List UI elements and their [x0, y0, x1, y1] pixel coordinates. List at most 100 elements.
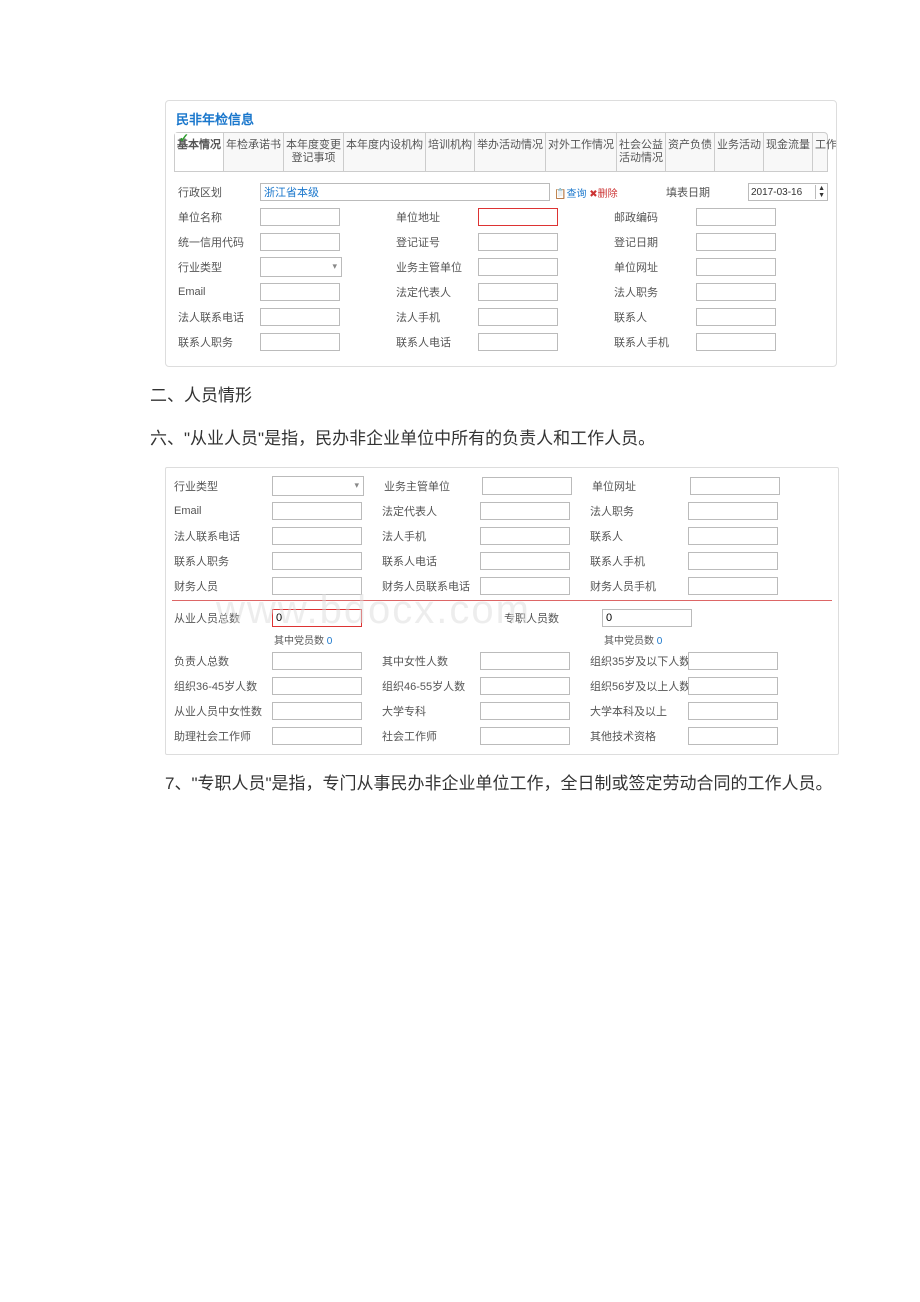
label: 社会工作师	[380, 725, 480, 747]
input-组织36-45岁人数[interactable]	[272, 677, 362, 695]
spinner-icon[interactable]: ▲▼	[815, 185, 825, 199]
note-6: 六、"从业人员"是指，民办非企业单位中所有的负责人和工作人员。	[150, 424, 920, 455]
tab-11[interactable]: 工作总结	[813, 133, 837, 171]
label: 其中女性人数	[380, 650, 480, 672]
input-联系人手机[interactable]	[688, 552, 778, 570]
label: 组织35岁及以下人数	[588, 650, 688, 672]
input-专职人员数[interactable]	[602, 609, 692, 627]
label: 法人手机	[392, 306, 478, 328]
tab-6[interactable]: 对外工作情况	[546, 133, 617, 171]
input-联系人[interactable]	[696, 308, 776, 326]
input-组织56岁及以上人数[interactable]	[688, 677, 778, 695]
input-大学专科[interactable]	[480, 702, 570, 720]
input-联系人[interactable]	[688, 527, 778, 545]
input-财务人员联系电话[interactable]	[480, 577, 570, 595]
input-Email[interactable]	[272, 502, 362, 520]
tabs: ✓基本情况年检承诺书本年度变更登记事项本年度内设机构培训机构举办活动情况对外工作…	[174, 132, 828, 172]
input-联系人职务[interactable]	[272, 552, 362, 570]
label: 从业人员中女性数	[172, 700, 272, 722]
input-邮政编码[interactable]	[696, 208, 776, 226]
input-法人职务[interactable]	[696, 283, 776, 301]
input-联系人职务[interactable]	[260, 333, 340, 351]
label: Email	[174, 283, 260, 301]
input-财务人员手机[interactable]	[688, 577, 778, 595]
select-行业类型[interactable]: ▾	[260, 257, 342, 277]
label: 负责人总数	[172, 650, 272, 672]
select-行业类型[interactable]: ▾	[272, 476, 364, 496]
input-业务主管单位[interactable]	[482, 477, 572, 495]
input-从业人员中女性数[interactable]	[272, 702, 362, 720]
input-单位网址[interactable]	[690, 477, 780, 495]
input-联系人电话[interactable]	[478, 333, 558, 351]
label: 大学本科及以上	[588, 700, 688, 722]
tab-9[interactable]: 业务活动	[715, 133, 764, 171]
input-Email[interactable]	[260, 283, 340, 301]
input-法人联系电话[interactable]	[260, 308, 340, 326]
input-统一信用代码[interactable]	[260, 233, 340, 251]
tab-2[interactable]: 本年度变更登记事项	[284, 133, 344, 171]
label: 法定代表人	[392, 281, 478, 303]
label: 行业类型	[174, 256, 260, 278]
tab-1[interactable]: 年检承诺书	[224, 133, 284, 171]
input-财务人员[interactable]	[272, 577, 362, 595]
input-其他技术资格[interactable]	[688, 727, 778, 745]
label: 大学专科	[380, 700, 480, 722]
input-法定代表人[interactable]	[478, 283, 558, 301]
label: 财务人员联系电话	[380, 575, 480, 597]
label: 邮政编码	[610, 206, 696, 228]
label: 财务人员手机	[588, 575, 688, 597]
input-单位地址[interactable]	[478, 208, 558, 226]
input-法定代表人[interactable]	[480, 502, 570, 520]
input-负责人总数[interactable]	[272, 652, 362, 670]
tab-5[interactable]: 举办活动情况	[475, 133, 546, 171]
input-联系人电话[interactable]	[480, 552, 570, 570]
tab-0[interactable]: ✓基本情况	[175, 133, 224, 171]
input-行政区划[interactable]: 浙江省本级	[260, 183, 550, 201]
input-单位名称[interactable]	[260, 208, 340, 226]
panel-personnel: www.bdocx.com 行业类型▾业务主管单位单位网址Email法定代表人法…	[165, 467, 839, 755]
input-法人联系电话[interactable]	[272, 527, 362, 545]
tab-7[interactable]: 社会公益活动情况	[617, 133, 666, 171]
label: 财务人员	[172, 575, 272, 597]
label: 行政区划	[174, 181, 260, 203]
label: 联系人职务	[174, 331, 260, 353]
tab-8[interactable]: 资产负债	[666, 133, 715, 171]
input-法人手机[interactable]	[480, 527, 570, 545]
input-单位网址[interactable]	[696, 258, 776, 276]
label: 登记日期	[610, 231, 696, 253]
date-input[interactable]: 2017-03-16▲▼	[748, 183, 828, 201]
label: 联系人	[588, 525, 688, 547]
input-登记日期[interactable]	[696, 233, 776, 251]
input-其中女性人数[interactable]	[480, 652, 570, 670]
sub-count: 其中党员数 0	[268, 632, 502, 647]
panel-basic-info: 民非年检信息 ✓基本情况年检承诺书本年度变更登记事项本年度内设机构培训机构举办活…	[165, 100, 837, 367]
input-业务主管单位[interactable]	[478, 258, 558, 276]
label: 组织36-45岁人数	[172, 675, 272, 697]
query-link[interactable]: 📋查询	[554, 189, 586, 200]
input-登记证号[interactable]	[478, 233, 558, 251]
input-大学本科及以上[interactable]	[688, 702, 778, 720]
input-组织46-55岁人数[interactable]	[480, 677, 570, 695]
tab-10[interactable]: 现金流量	[764, 133, 813, 171]
label: 填表日期	[662, 181, 748, 203]
input-法人职务[interactable]	[688, 502, 778, 520]
label: 登记证号	[392, 231, 478, 253]
label: 联系人电话	[392, 331, 478, 353]
label: 联系人电话	[380, 550, 480, 572]
label: 从业人员总数	[172, 607, 272, 629]
input-从业人员总数[interactable]	[272, 609, 362, 627]
chevron-down-icon: ▾	[332, 261, 337, 272]
input-法人手机[interactable]	[478, 308, 558, 326]
delete-link[interactable]: ✖删除	[589, 189, 617, 200]
label: 法人职务	[610, 281, 696, 303]
input-社会工作师[interactable]	[480, 727, 570, 745]
tab-4[interactable]: 培训机构	[426, 133, 475, 171]
input-组织35岁及以下人数[interactable]	[688, 652, 778, 670]
label: 助理社会工作师	[172, 725, 272, 747]
label: 法人联系电话	[172, 525, 272, 547]
label: 单位地址	[392, 206, 478, 228]
label: 单位名称	[174, 206, 260, 228]
input-助理社会工作师[interactable]	[272, 727, 362, 745]
input-联系人手机[interactable]	[696, 333, 776, 351]
tab-3[interactable]: 本年度内设机构	[344, 133, 426, 171]
